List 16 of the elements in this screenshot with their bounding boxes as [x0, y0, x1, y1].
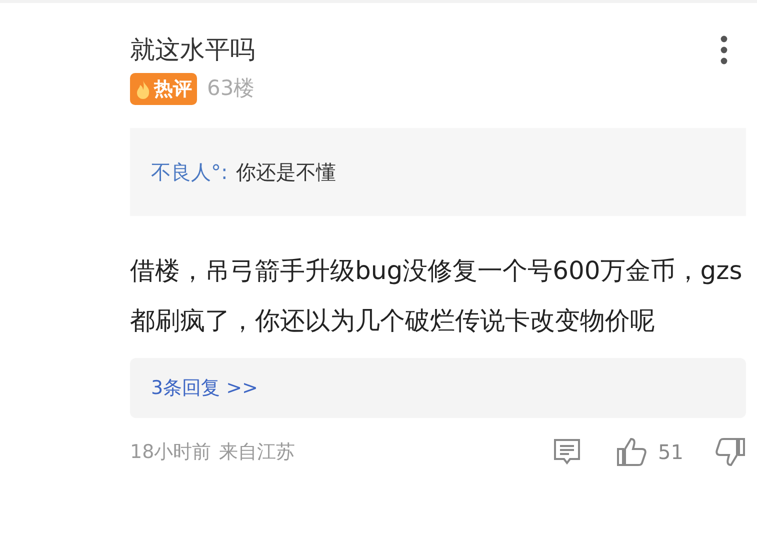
thumbs-down-icon[interactable]: [714, 437, 746, 467]
comment-body: 借楼，吊弓箭手升级bug没修复一个号600万金币，gzs都刷疯了，你还以为几个破烂传说卡改变物价呢: [130, 255, 744, 337]
quote-text: 你还是不懂: [236, 159, 336, 186]
replies-link[interactable]: 3条回复 >>: [151, 374, 258, 402]
quoted-reply[interactable]: 不良人°: 你还是不懂: [130, 128, 746, 216]
location: 来自江苏: [219, 440, 296, 465]
post-time: 18小时前: [130, 440, 212, 465]
flame-icon: [135, 79, 151, 99]
like-count: 51: [658, 439, 684, 466]
username[interactable]: 就这水平吗: [130, 33, 255, 67]
comment-icon[interactable]: [552, 438, 582, 466]
more-icon[interactable]: [720, 35, 728, 65]
hot-comment-badge: 热评: [130, 73, 197, 105]
quote-author[interactable]: 不良人°:: [151, 157, 228, 187]
thumbs-up-icon[interactable]: [616, 437, 648, 467]
floor-number: 63楼: [207, 75, 255, 102]
